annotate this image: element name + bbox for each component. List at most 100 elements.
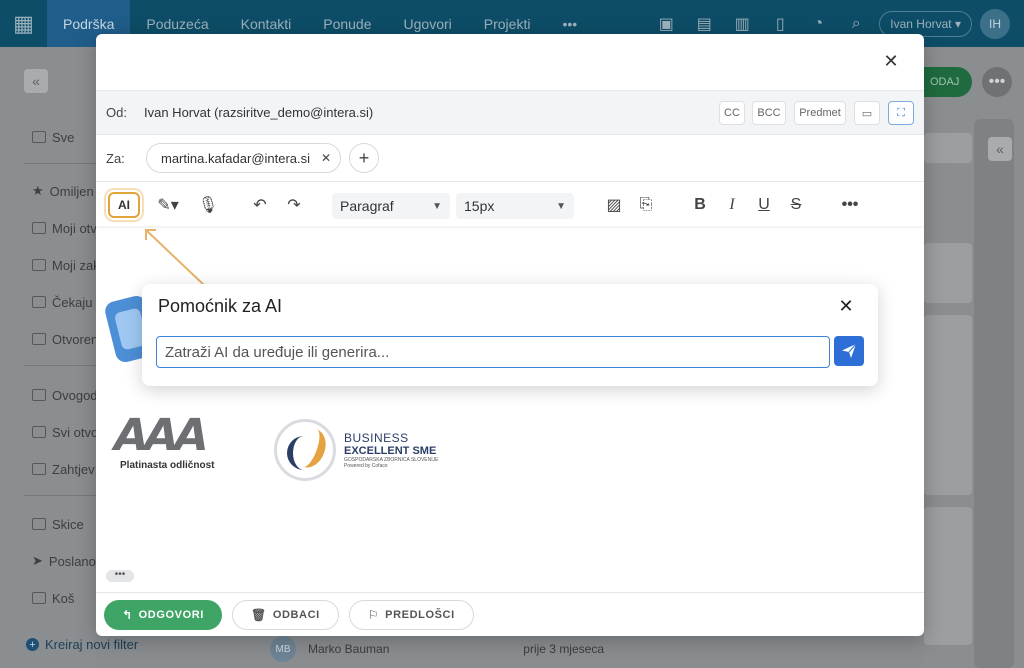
bold-icon[interactable]: B bbox=[688, 193, 712, 217]
collapse-panel-icon[interactable]: « bbox=[988, 137, 1012, 161]
recipient-email: martina.kafadar@intera.si bbox=[161, 150, 311, 166]
sidebar-item-ovogodisnji[interactable]: Ovogod bbox=[32, 385, 98, 405]
subject-button[interactable]: Predmet bbox=[794, 101, 846, 125]
sidebar-item-omiljeni[interactable]: ★ Omiljen bbox=[32, 181, 94, 201]
trash-icon bbox=[32, 592, 46, 604]
compose-footer: ↰ ODGOVORI 🗑︎ ODBACI ⚐ PREDLOŠCI bbox=[96, 592, 924, 636]
close-icon[interactable]: ✕ bbox=[836, 296, 856, 316]
bcc-button[interactable]: BCC bbox=[752, 101, 786, 125]
right-area: ODAJ ••• « bbox=[924, 47, 1024, 668]
more-icon[interactable]: ••• bbox=[838, 193, 862, 217]
font-size-select[interactable]: 15px ▼ bbox=[456, 193, 574, 219]
apps-grid-icon[interactable]: ▦ bbox=[0, 0, 47, 47]
from-row: Od: Ivan Horvat (razsiritve_demo@intera.… bbox=[96, 90, 924, 134]
sidebar-item-cekaju[interactable]: Čekaju bbox=[32, 292, 92, 312]
underline-icon[interactable]: U bbox=[752, 193, 776, 217]
show-more-button[interactable]: ••• bbox=[106, 570, 134, 582]
inbox-icon bbox=[32, 222, 46, 234]
to-row: Za: martina.kafadar@intera.si ✕ + bbox=[96, 134, 924, 182]
sidebar-item-label: Poslano bbox=[48, 553, 96, 569]
collapse-sidebar-icon[interactable]: « bbox=[24, 69, 48, 93]
add-button[interactable]: ODAJ bbox=[924, 67, 972, 97]
paragraph-value: Paragraf bbox=[340, 198, 394, 214]
ai-popup-title: Pomoćnik za AI bbox=[158, 296, 283, 316]
close-icon[interactable]: ✕ bbox=[880, 50, 902, 72]
attachment-icon[interactable]: ⎘ bbox=[634, 193, 658, 217]
list-card bbox=[924, 133, 972, 163]
chevron-down-icon: ▼ bbox=[556, 200, 566, 212]
sidebar-item-label: Omiljen bbox=[49, 183, 94, 199]
list-card bbox=[924, 315, 972, 495]
more-options-icon[interactable]: ••• bbox=[982, 67, 1012, 97]
list-card bbox=[924, 243, 972, 303]
editor-toolbar: AI ✎▾ 🎙︎ ↶ ↷ Paragraf ▼ 15px ▼ ▨ ⎘ B I U S… bbox=[96, 184, 924, 226]
discard-button[interactable]: 🗑︎ ODBACI bbox=[231, 599, 339, 630]
recipient-chip[interactable]: martina.kafadar@intera.si ✕ bbox=[146, 143, 342, 173]
business-excellent-logo: BUSINESS EXCELLENT SME GOSPODARSKA ZBORN… bbox=[274, 419, 474, 481]
new-filter-label: Kreiraj novi filter bbox=[45, 637, 139, 652]
image-icon[interactable]: ▨ bbox=[602, 193, 626, 217]
user-name: Ivan Horvat bbox=[890, 16, 952, 31]
trash-icon: 🗑︎ bbox=[250, 607, 267, 622]
aaa-logo: AAA Platinasta odličnost bbox=[109, 410, 234, 474]
list-card bbox=[924, 575, 972, 645]
mail-icon bbox=[32, 426, 46, 438]
sidebar-item-skice[interactable]: Skice bbox=[32, 514, 84, 534]
magic-wand-icon[interactable]: ✎▾ bbox=[148, 193, 188, 217]
ai-button[interactable]: AI bbox=[108, 192, 140, 218]
chevron-down-icon: ▼ bbox=[432, 200, 442, 212]
logo-text: BUSINESS EXCELLENT SME GOSPODARSKA ZBORN… bbox=[344, 431, 438, 469]
strikethrough-icon[interactable]: S bbox=[784, 193, 808, 217]
user-menu[interactable]: Ivan Horvat ▾ bbox=[879, 10, 972, 37]
sidebar-item-label: Čekaju bbox=[52, 294, 93, 310]
templates-button[interactable]: ⚐ PREDLOŠCI bbox=[348, 599, 474, 630]
italic-icon[interactable]: I bbox=[720, 193, 744, 217]
sidebar-item-label: Moji zak bbox=[52, 257, 100, 273]
templates-label: PREDLOŠCI bbox=[385, 608, 455, 621]
sidebar-item-poslano[interactable]: ➤ Poslano bbox=[32, 551, 96, 571]
paragraph-select[interactable]: Paragraf ▼ bbox=[332, 193, 450, 219]
reply-icon: ↰ bbox=[122, 607, 133, 622]
send-button[interactable] bbox=[834, 336, 864, 366]
redo-icon[interactable]: ↷ bbox=[282, 193, 306, 217]
row-time: prije 3 mjeseca bbox=[523, 642, 604, 656]
sidebar-item-sve[interactable]: Sve bbox=[32, 127, 74, 147]
star-icon: ★ bbox=[32, 183, 44, 198]
add-recipient-button[interactable]: + bbox=[349, 143, 380, 173]
editor-content[interactable]: AAA Platinasta odličnost BUSINESS EXCELL… bbox=[96, 226, 924, 592]
from-value: Ivan Horvat (razsiritve_demo@intera.si) bbox=[144, 105, 374, 120]
avatar[interactable]: IH bbox=[980, 8, 1010, 39]
sidebar-item-label: Sve bbox=[52, 129, 75, 145]
sidebar-item-svi-otvoreni[interactable]: Svi otvo bbox=[32, 422, 98, 442]
microphone-icon[interactable]: 🎙︎ bbox=[196, 193, 220, 217]
remove-recipient-icon[interactable]: ✕ bbox=[318, 150, 334, 166]
inbox-icon bbox=[32, 131, 46, 143]
divider bbox=[24, 163, 96, 164]
sidebar-item-label: Skice bbox=[52, 516, 84, 532]
sidebar-item-label: Koš bbox=[52, 590, 75, 606]
new-filter-link[interactable]: + Kreiraj novi filter bbox=[26, 637, 138, 652]
inbox-icon bbox=[32, 296, 46, 308]
inbox-icon bbox=[32, 389, 46, 401]
sidebar-item-zahtjevi[interactable]: Zahtjev bbox=[32, 459, 95, 479]
sidebar: « Sve ★ Omiljen Moji otvo Moji zak Čekaju… bbox=[0, 47, 138, 668]
avatar: MB bbox=[270, 636, 296, 662]
inbox-icon bbox=[32, 463, 46, 475]
to-label: Za: bbox=[106, 150, 125, 166]
fullscreen-icon[interactable]: ⛶ bbox=[888, 101, 914, 125]
font-size-value: 15px bbox=[464, 198, 495, 214]
sidebar-item-label: Ovogod bbox=[52, 387, 98, 403]
layout-icon[interactable]: ▭ bbox=[854, 101, 880, 125]
undo-icon[interactable]: ↶ bbox=[248, 193, 272, 217]
sidebar-item-moji-otvoreni[interactable]: Moji otvo bbox=[32, 218, 104, 238]
sidebar-item-label: Zahtjev bbox=[52, 461, 95, 477]
aaa-logo-mark: AAA bbox=[108, 410, 210, 461]
cc-button[interactable]: CC bbox=[719, 101, 745, 125]
bookmark-icon: ⚐ bbox=[367, 607, 380, 622]
sidebar-item-moji-zakljuceni[interactable]: Moji zak bbox=[32, 255, 100, 275]
draft-icon bbox=[32, 518, 46, 530]
sidebar-item-kos[interactable]: Koš bbox=[32, 588, 74, 608]
sidebar-item-otvoreni[interactable]: Otvoren bbox=[32, 329, 98, 349]
reply-button[interactable]: ↰ ODGOVORI bbox=[104, 599, 222, 630]
ai-prompt-input[interactable] bbox=[156, 336, 830, 368]
